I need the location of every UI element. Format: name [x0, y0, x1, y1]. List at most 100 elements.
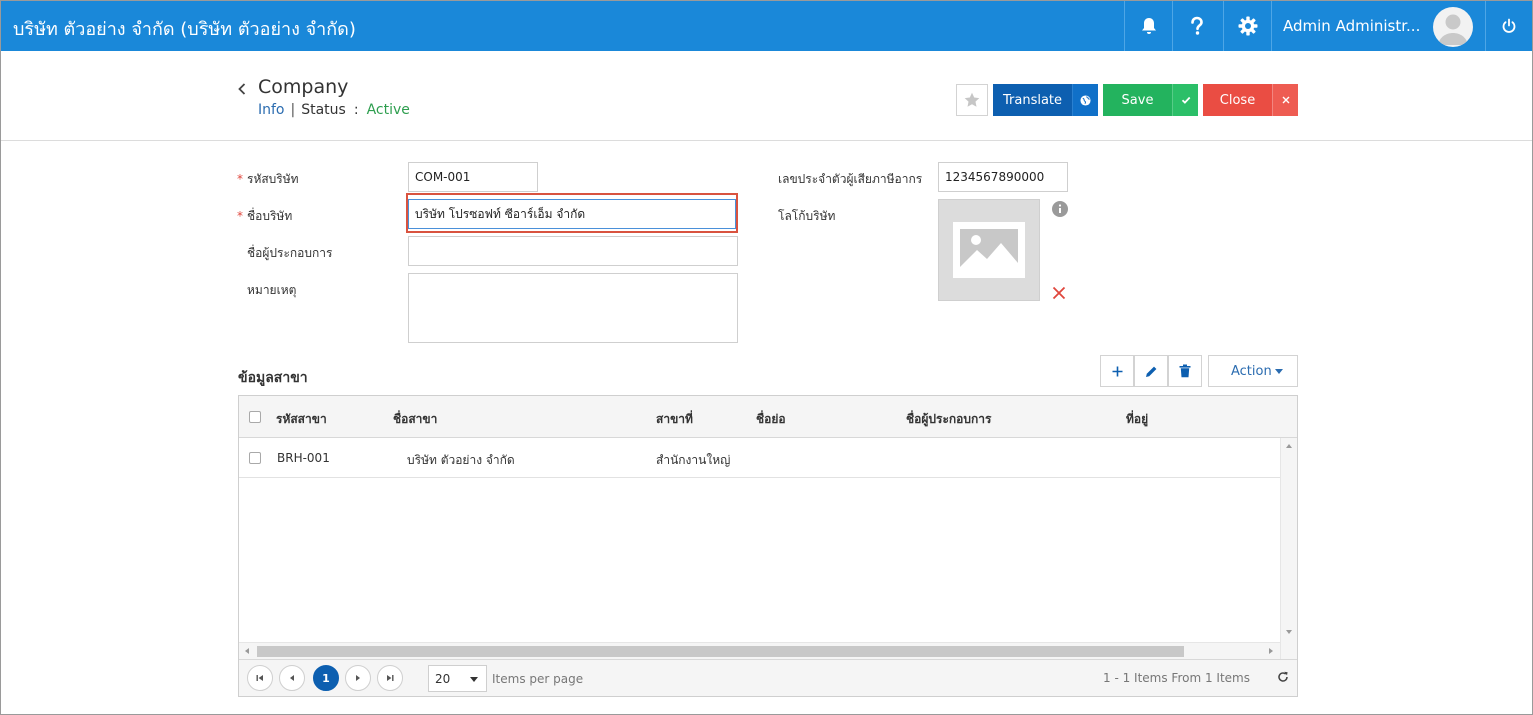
grid-header: รหัสสาขา ชื่อสาขา สาขาที่ ชื่อย่อ ชื่อผู… [239, 396, 1297, 438]
pager-summary: 1 - 1 Items From 1 Items [1103, 671, 1250, 685]
company-code-label: * รหัสบริษัท [237, 172, 299, 186]
edit-branch-button[interactable] [1134, 355, 1168, 387]
refresh-button[interactable] [1277, 671, 1289, 686]
column-header-code[interactable]: รหัสสาขา [276, 410, 327, 429]
translate-button[interactable]: Translate [993, 84, 1098, 116]
page-header: Company Info | Status: Active Translate Sav… [1, 51, 1532, 141]
globe-icon [1072, 84, 1098, 116]
image-placeholder-icon [953, 222, 1025, 278]
tax-id-input[interactable]: 1234567890000 [938, 162, 1068, 192]
column-header-operator[interactable]: ชื่อผู้ประกอบการ [906, 410, 991, 429]
user-menu[interactable]: Admin Administr... [1271, 1, 1489, 51]
next-page-button[interactable] [345, 665, 371, 691]
company-name-label: * ชื่อบริษัท [237, 209, 293, 223]
back-button[interactable] [237, 83, 247, 98]
logo-upload[interactable] [938, 199, 1040, 301]
logo-info-button[interactable] [1052, 201, 1068, 220]
scroll-up-arrow-icon[interactable] [1286, 444, 1292, 448]
close-button[interactable]: Close [1203, 84, 1298, 116]
cell-name: บริษัท ตัวอย่าง จำกัด [407, 453, 515, 467]
vertical-scrollbar[interactable] [1280, 438, 1297, 659]
row-checkbox[interactable] [249, 452, 261, 464]
star-icon [964, 92, 980, 107]
branch-section-title: ข้อมูลสาขา [238, 370, 308, 386]
page-title: Company [258, 76, 349, 98]
operator-name-label: ชื่อผู้ประกอบการ [247, 246, 333, 260]
info-link[interactable]: Info [258, 102, 285, 118]
chevron-down-icon [470, 677, 478, 682]
column-header-name[interactable]: ชื่อสาขา [393, 410, 437, 429]
close-button-label: Close [1219, 92, 1256, 108]
branch-grid: รหัสสาขา ชื่อสาขา สาขาที่ ชื่อย่อ ชื่อผู… [238, 395, 1298, 697]
remove-icon [1052, 286, 1066, 300]
prev-page-icon [290, 675, 294, 681]
avatar [1433, 7, 1473, 47]
trash-icon [1179, 364, 1191, 378]
remark-textarea[interactable] [408, 273, 738, 343]
required-marker: * [237, 209, 243, 223]
user-avatar-icon [1438, 14, 1468, 45]
translate-button-label: Translate [1002, 92, 1063, 108]
help-icon [1190, 16, 1203, 35]
page-size-value: 20 [435, 671, 451, 686]
settings-button[interactable] [1223, 1, 1271, 51]
remark-label: หมายเหตุ [247, 283, 297, 297]
remove-logo-button[interactable] [1052, 286, 1066, 303]
company-code-input[interactable]: COM-001 [408, 162, 538, 192]
company-name-input[interactable]: บริษัท โปรซอฟท์ ซีอาร์เอ็ม จำกัด [408, 199, 736, 229]
scrollbar-thumb[interactable] [257, 646, 1184, 657]
scroll-left-arrow-icon[interactable] [245, 648, 249, 654]
help-button[interactable] [1172, 1, 1220, 51]
page-size-select[interactable]: 20 [428, 665, 487, 692]
bell-icon [1141, 18, 1156, 34]
last-page-button[interactable] [377, 665, 403, 691]
operator-name-input[interactable] [408, 236, 738, 266]
app-title: บริษัท ตัวอย่าง จำกัด (บริษัท ตัวอย่าง จ… [13, 19, 356, 40]
table-row[interactable]: BRH-001 บริษัท ตัวอย่าง จำกัด สำนักงานให… [239, 438, 1280, 478]
select-all-checkbox[interactable] [249, 411, 261, 423]
add-branch-button[interactable] [1100, 355, 1134, 387]
check-icon [1172, 84, 1198, 116]
scroll-down-arrow-icon[interactable] [1286, 630, 1292, 634]
tax-id-label: เลขประจำตัวผู้เสียภาษีอากร [778, 172, 923, 186]
save-button[interactable]: Save [1103, 84, 1198, 116]
last-page-icon [387, 675, 394, 681]
notification-button[interactable] [1124, 1, 1172, 51]
chevron-down-icon [1275, 369, 1283, 374]
refresh-icon [1278, 671, 1288, 682]
status-colon: : [353, 102, 359, 118]
gear-icon [1238, 16, 1257, 36]
action-dropdown-label: Action [1231, 363, 1272, 379]
cell-code: BRH-001 [277, 451, 330, 465]
first-page-button[interactable] [247, 665, 273, 691]
info-icon [1052, 201, 1068, 217]
separator: | [290, 102, 296, 118]
column-header-short-name[interactable]: ชื่อย่อ [756, 410, 786, 429]
logo-label: โลโก้บริษัท [778, 209, 836, 223]
plus-icon [1112, 366, 1122, 376]
close-icon [1272, 84, 1298, 116]
required-marker: * [237, 172, 243, 186]
breadcrumb: Info | Status: Active [258, 102, 410, 118]
horizontal-scrollbar[interactable] [239, 642, 1280, 659]
column-header-branch-no[interactable]: สาขาที่ [656, 410, 693, 429]
app-window: บริษัท ตัวอย่าง จำกัด (บริษัท ตัวอย่าง จ… [0, 0, 1533, 715]
page-1-button[interactable]: 1 [313, 665, 339, 691]
favorite-button[interactable] [956, 84, 988, 116]
pencil-icon [1145, 366, 1156, 377]
delete-branch-button[interactable] [1168, 355, 1202, 387]
prev-page-button[interactable] [279, 665, 305, 691]
logout-button[interactable] [1485, 1, 1532, 51]
top-bar: บริษัท ตัวอย่าง จำกัด (บริษัท ตัวอย่าง จ… [1, 1, 1532, 51]
status-label: Status [301, 102, 346, 118]
back-chevron-icon [238, 83, 246, 95]
save-button-label: Save [1121, 92, 1154, 108]
action-dropdown[interactable]: Action [1208, 355, 1298, 387]
scroll-right-arrow-icon[interactable] [1269, 648, 1273, 654]
user-name: Admin Administr... [1283, 17, 1421, 35]
power-icon [1502, 18, 1516, 33]
first-page-icon [256, 675, 263, 681]
items-per-page-label: Items per page [492, 672, 584, 686]
column-header-address[interactable]: ที่อยู่ [1126, 410, 1148, 429]
grid-pager: 1 20 Items per page 1 - 1 Items From 1 I… [239, 659, 1297, 696]
